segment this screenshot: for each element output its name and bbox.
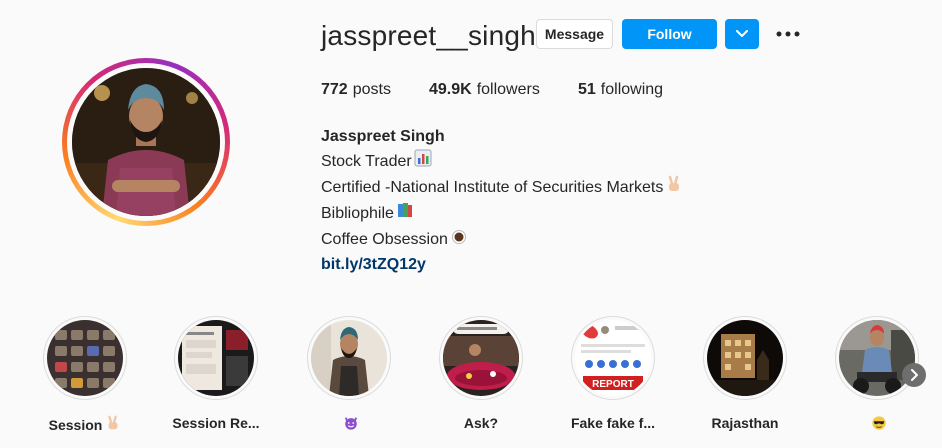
bio-line: Certified -National Institute of Securit… <box>321 175 683 201</box>
profile-avatar-story-ring[interactable] <box>62 58 230 226</box>
victory-hand-emoji-icon <box>665 175 683 201</box>
profile-bio: Jasspreet Singh Stock Trader Certified -… <box>321 125 683 277</box>
following-stat[interactable]: 51 following <box>578 81 663 99</box>
report-badge-text: REPORT <box>592 379 634 390</box>
smiling-devil-emoji-icon <box>343 415 359 434</box>
highlights-next-button[interactable] <box>902 363 926 387</box>
highlight-label-text: Session <box>48 416 103 433</box>
highlight-item[interactable]: REPORT Fake fake f... <box>548 316 678 431</box>
sunglasses-emoji-icon <box>871 415 887 434</box>
highlight-label <box>868 415 887 434</box>
following-label: following <box>600 81 664 98</box>
highlight-item[interactable]: Session <box>20 316 150 434</box>
bio-line: Coffee Obsession <box>321 227 683 253</box>
bio-line-text: Coffee Obsession <box>321 231 448 248</box>
followers-count: 49.9K <box>429 81 472 98</box>
highlight-cover: REPORT <box>575 320 651 396</box>
chevron-right-icon <box>911 369 918 381</box>
avatar-inner <box>67 63 225 221</box>
profile-stats: 772 posts 49.9K followers 51 following <box>321 81 663 99</box>
avatar <box>72 68 220 216</box>
highlight-cover <box>311 320 387 396</box>
highlight-label: Ask? <box>464 415 498 431</box>
highlight-ring <box>439 316 523 400</box>
bio-line: Bibliophile <box>321 201 683 227</box>
coffee-emoji-icon <box>450 227 468 253</box>
highlight-item[interactable] <box>284 316 414 434</box>
highlight-label: Fake fake f... <box>571 415 655 431</box>
posts-count: 772 <box>321 81 348 98</box>
bio-line-text: Certified -National Institute of Securit… <box>321 179 664 196</box>
highlight-ring <box>307 316 391 400</box>
highlight-cover <box>707 320 783 396</box>
highlight-label-text: Ask? <box>463 415 499 431</box>
highlight-item[interactable]: Rajasthan <box>680 316 810 431</box>
highlight-label: Session Re... <box>172 415 259 431</box>
bio-full-name: Jasspreet Singh <box>321 128 445 145</box>
profile-username: jasspreet__singh <box>321 20 536 51</box>
followers-stat[interactable]: 49.9K followers <box>429 81 578 99</box>
bio-line-text: Stock Trader <box>321 153 412 170</box>
message-button[interactable]: Message <box>536 19 613 49</box>
highlight-ring: REPORT <box>571 316 655 400</box>
highlight-label: Session <box>49 415 122 434</box>
highlight-ring <box>835 316 919 400</box>
highlight-item[interactable]: Session Re... <box>151 316 281 431</box>
bio-external-link[interactable]: bit.ly/3tZQ12y <box>321 256 426 273</box>
chevron-down-icon <box>736 30 748 37</box>
posts-label: posts <box>352 81 391 98</box>
highlight-label-text: Session Re... <box>172 415 260 431</box>
highlight-cover <box>47 320 123 396</box>
highlight-cover <box>443 320 519 396</box>
highlight-item[interactable]: Ask? <box>416 316 546 431</box>
avatar-photo-illustration <box>72 68 220 216</box>
highlight-ring <box>174 316 258 400</box>
following-count: 51 <box>578 81 596 98</box>
chart-emoji-icon <box>414 149 432 175</box>
bio-line: Stock Trader <box>321 149 683 175</box>
highlight-cover <box>839 320 915 396</box>
posts-stat: 772 posts <box>321 81 429 99</box>
highlight-cover <box>178 320 254 396</box>
follow-button[interactable]: Follow <box>622 19 717 49</box>
story-highlights: Session Session Re... Ask? REPORT Fake f… <box>0 316 942 448</box>
more-options-button[interactable] <box>772 24 804 44</box>
highlight-label-text: Rajasthan <box>711 415 779 431</box>
books-emoji-icon <box>396 201 414 227</box>
highlight-ring <box>43 316 127 400</box>
suggested-accounts-dropdown-button[interactable] <box>725 19 759 49</box>
followers-label: followers <box>476 81 540 98</box>
highlight-ring <box>703 316 787 400</box>
highlight-label-text: Fake fake f... <box>570 415 656 431</box>
highlight-label <box>340 415 359 434</box>
more-horizontal-icon <box>776 31 800 37</box>
bio-line-text: Bibliophile <box>321 205 394 222</box>
highlight-label: Rajasthan <box>712 415 779 431</box>
victory-hand-emoji-icon <box>105 415 121 434</box>
